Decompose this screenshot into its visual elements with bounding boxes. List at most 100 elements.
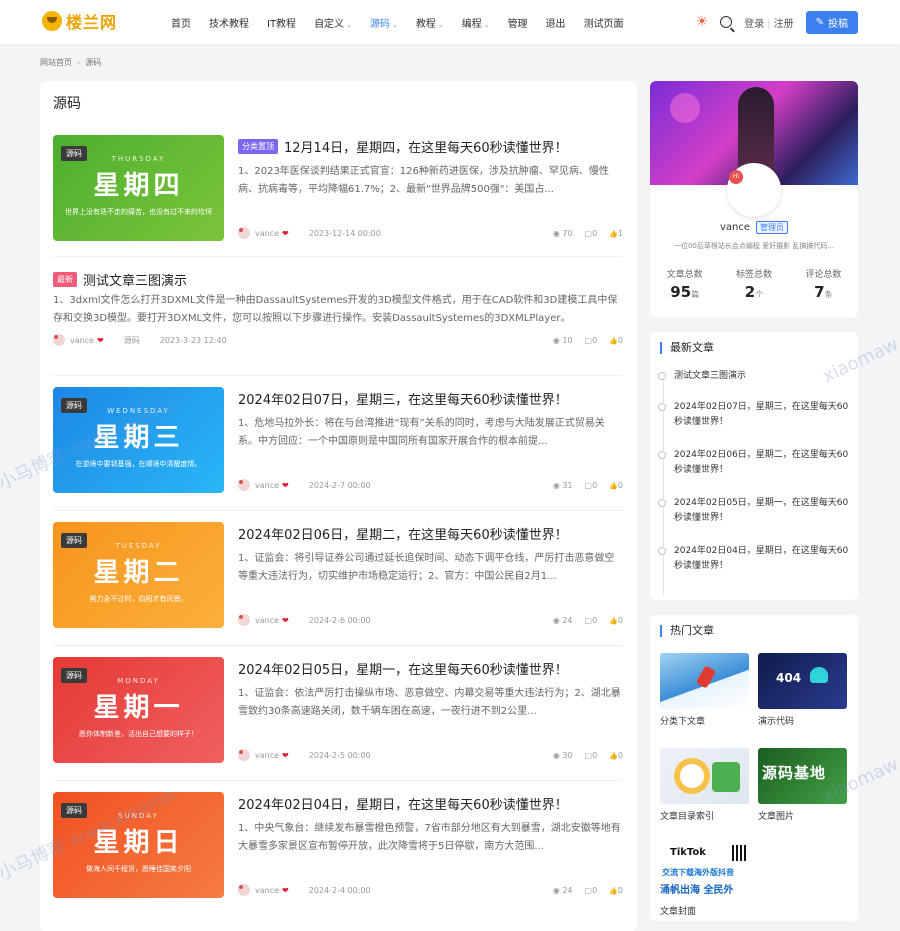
nav-item[interactable]: IT教程 [267,15,296,30]
comments-count[interactable]: ▢0 [585,886,598,895]
hot-item-image[interactable] [660,653,749,709]
post-item[interactable]: 最新 测试文章三图演示 1、3dxml文件怎么打开3DXML文件是一种由Dassau… [53,268,623,348]
post-category[interactable]: 源码 [124,335,140,346]
latest-item[interactable]: 测试文章三图演示 [658,369,854,384]
post-item[interactable]: 源码 SUNDAY 星期日 做海人间千程货，愿睡佳国笑夕阳 2024年02日04日，星期… [53,792,623,900]
post-item[interactable]: 源码 TUESDAY 星期二 努力永不过时，向阳才有风景。 2024年02日06日，星期… [53,522,623,630]
likes-count[interactable]: 👍0 [609,886,623,895]
nav-item[interactable]: 退出 [546,15,566,30]
nav-item[interactable]: 测试页面 [584,15,624,30]
hot-item[interactable]: 源码基地 文章图片 [758,748,847,822]
post-title-text[interactable]: 2024年02日06日，星期二，在这里每天60秒读懂世界！ [238,524,568,543]
profile-name[interactable]: vance [720,222,750,233]
post-item[interactable]: 源码 THURSDAY 星期四 世界上没有迭不走的痛苦，也没有过不来的坎坷 分类置顶 12… [53,135,623,243]
hot-item[interactable]: 404 演示代码 [758,653,847,727]
author-name[interactable]: vance [70,336,94,345]
post-title-text[interactable]: 2024年02日07日，星期三，在这里每天60秒读懂世界！ [238,389,568,408]
post-title[interactable]: 2024年02日05日，星期一，在这里每天60秒读懂世界！ [238,659,568,678]
hot-item-caption[interactable]: 文章目录索引 [660,809,749,822]
author-name[interactable]: vance [255,481,279,490]
thumb-weekday-cn: 星期四 [93,171,184,201]
latest-item-title[interactable]: 测试文章三图演示 [674,371,746,381]
post-title[interactable]: 最新 测试文章三图演示 [53,270,187,289]
hot-item-caption[interactable]: 分类下文章 [660,714,749,727]
thumbs-up-icon: 👍 [609,481,618,490]
nav-item[interactable]: 技术教程 [209,15,249,30]
post-thumbnail[interactable]: 源码 TUESDAY 星期二 努力永不过时，向阳才有风景。 [53,522,224,628]
author-avatar[interactable] [238,884,250,896]
nav-item[interactable]: 编程 ⌄ [462,15,490,30]
hot-item-image[interactable]: TikTok 交流下载海外版抖音 涌帆出海 全民外 [660,843,749,899]
post-thumbnail[interactable]: 源码 SUNDAY 星期日 做海人间千程货，愿睡佳国笑夕阳 [53,792,224,898]
hot-item[interactable]: 文章目录索引 [660,748,749,822]
submit-post-button[interactable]: ✎ 投稿 [805,10,858,34]
post-title[interactable]: 2024年02日04日，星期日，在这里每天60秒读懂世界！ [238,794,568,813]
comments-count[interactable]: ▢0 [585,481,598,490]
latest-item-title[interactable]: 2024年02日04日，星期日，在这里每天60秒读懂世界！ [674,546,848,571]
author-avatar[interactable] [238,479,250,491]
comments-count[interactable]: ▢0 [585,229,598,238]
post-title-text[interactable]: 2024年02日05日，星期一，在这里每天60秒读懂世界！ [238,659,568,678]
breadcrumb-home[interactable]: 网站首页 [40,58,72,67]
register-link[interactable]: 注册 [774,19,794,30]
post-item[interactable]: 源码 WEDNESDAY 星期三 在逆境中要韧基强，在顺境中清醒度情。 2024年02日… [53,387,623,495]
nav-item[interactable]: 首页 [171,15,191,30]
comments-count[interactable]: ▢0 [585,336,598,345]
post-date: 2024-2-4 00:00 [308,885,371,895]
hot-item[interactable]: 分类下文章 [660,653,749,727]
post-item[interactable]: 源码 MONDAY 星期一 愿你体制新差，活出自己想要的样子！ 2024年02日05日，… [53,657,623,765]
latest-item-title[interactable]: 2024年02日06日，星期二，在这里每天60秒读懂世界！ [674,450,848,475]
hot-item-image[interactable] [660,748,749,804]
hot-item[interactable]: TikTok 交流下载海外版抖音 涌帆出海 全民外文章封面 [660,843,749,917]
post-badge: 分类置顶 [238,139,278,154]
author-name[interactable]: vance [255,616,279,625]
heart-icon: ❤ [282,480,289,490]
hot-item-caption[interactable]: 文章封面 [660,904,749,917]
latest-item[interactable]: 2024年02日05日，星期一，在这里每天60秒读懂世界！ [658,496,854,526]
post-title-text[interactable]: 测试文章三图演示 [83,270,187,289]
latest-item-title[interactable]: 2024年02日05日，星期一，在这里每天60秒读懂世界！ [674,498,848,523]
author-avatar[interactable] [53,334,65,346]
author-avatar[interactable] [238,614,250,626]
likes-count[interactable]: 👍0 [609,336,623,345]
post-title[interactable]: 2024年02日06日，星期二，在这里每天60秒读懂世界！ [238,524,568,543]
comments-count[interactable]: ▢0 [585,751,598,760]
login-link[interactable]: 登录 [744,19,764,30]
nav-item-label: IT教程 [267,18,297,30]
comments-count[interactable]: ▢0 [585,616,598,625]
author-name[interactable]: vance [255,886,279,895]
post-title[interactable]: 2024年02日07日，星期三，在这里每天60秒读懂世界！ [238,389,568,408]
post-excerpt: 1、证监会：将引导证券公司通过延长追保时间、动态下调平仓线，严厉打击恶意做空等重… [238,553,615,582]
theme-toggle-icon[interactable]: ☀ [696,14,709,30]
hot-item-caption[interactable]: 演示代码 [758,714,847,727]
latest-item[interactable]: 2024年02日07日，星期三，在这里每天60秒读懂世界！ [658,400,854,430]
post-thumbnail[interactable]: 源码 WEDNESDAY 星期三 在逆境中要韧基强，在顺境中清醒度情。 [53,387,224,493]
likes-count[interactable]: 👍0 [609,481,623,490]
author-name[interactable]: vance [255,229,279,238]
post-title[interactable]: 分类置顶 12月14日，星期四，在这里每天60秒读懂世界！ [238,137,568,156]
avatar[interactable]: Hi [727,163,781,217]
site-logo[interactable]: 楼兰网 [42,9,117,33]
latest-item[interactable]: 2024年02日06日，星期二，在这里每天60秒读懂世界！ [658,448,854,478]
author-avatar[interactable] [238,749,250,761]
author-name[interactable]: vance [255,751,279,760]
post-title-text[interactable]: 12月14日，星期四，在这里每天60秒读懂世界！ [284,137,568,156]
author-avatar[interactable] [238,227,250,239]
likes-count[interactable]: 👍0 [609,751,623,760]
nav-item[interactable]: 自定义 ⌄ [314,15,352,30]
search-icon[interactable] [720,16,733,28]
likes-count[interactable]: 👍0 [609,616,623,625]
nav-item[interactable]: 管理 [508,15,528,30]
latest-item[interactable]: 2024年02日04日，星期日，在这里每天60秒读懂世界！ [658,544,854,574]
likes-count[interactable]: 👍1 [609,229,623,238]
hot-item-image[interactable]: 404 [758,653,847,709]
post-thumbnail[interactable]: 源码 THURSDAY 星期四 世界上没有迭不走的痛苦，也没有过不来的坎坷 [53,135,224,241]
post-title-text[interactable]: 2024年02日04日，星期日，在这里每天60秒读懂世界！ [238,794,568,813]
heart-icon: ❤ [97,335,104,345]
nav-item[interactable]: 教程 ⌄ [416,15,444,30]
post-thumbnail[interactable]: 源码 MONDAY 星期一 愿你体制新差，活出自己想要的样子！ [53,657,224,763]
latest-item-title[interactable]: 2024年02日07日，星期三，在这里每天60秒读懂世界！ [674,402,848,427]
hot-item-image[interactable]: 源码基地 [758,748,847,804]
hot-item-caption[interactable]: 文章图片 [758,809,847,822]
nav-item[interactable]: 源码 ⌄ [370,15,398,30]
